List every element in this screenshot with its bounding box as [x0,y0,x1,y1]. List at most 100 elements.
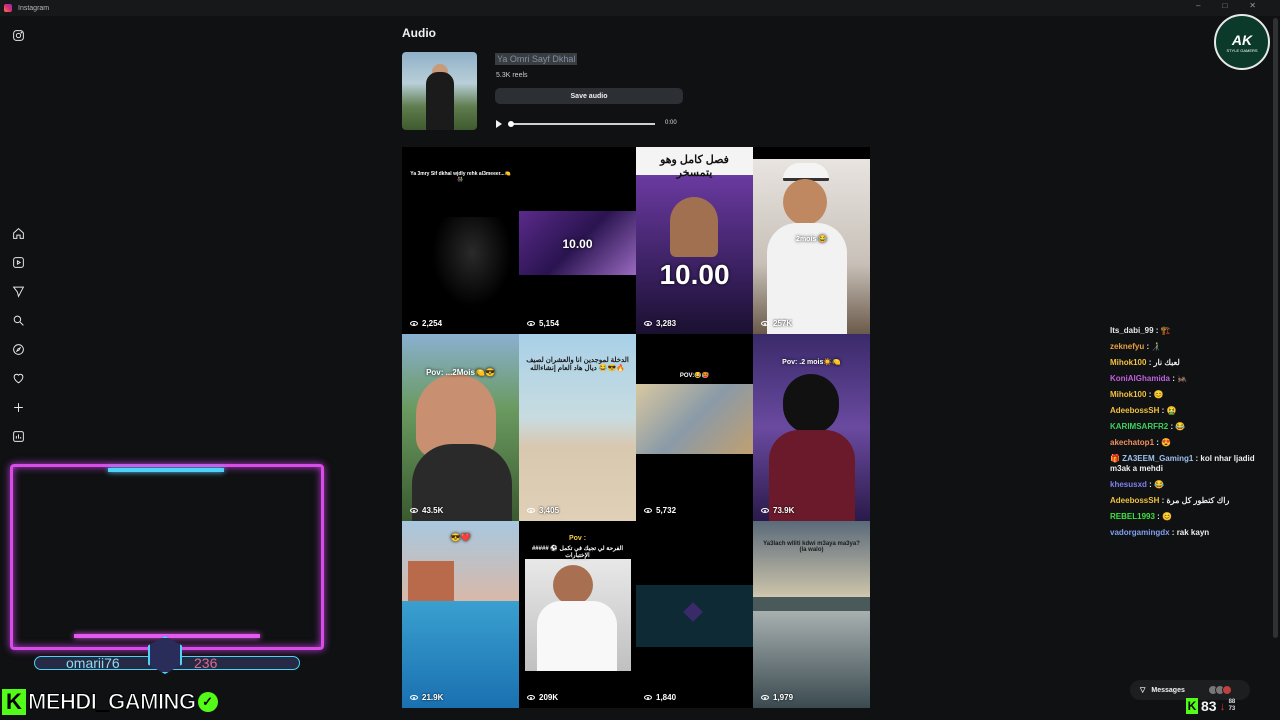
chat-username: AdeebossSH [1110,496,1160,505]
reel-caption: Pov: ...2Mois🍋😎 [426,368,495,377]
reel-tile[interactable]: POV:😂🥵 5,732 [636,334,753,521]
chat-message: Mihok100 : 😊 [1110,390,1164,399]
stat-a: 88 [1228,699,1236,705]
view-count: 5,154 [527,319,559,328]
view-count: 257K [761,319,792,328]
chat-username: KARIMSARFR2 [1110,422,1169,431]
reel-tile[interactable]: Ya3lach wlliti kdwi m3aya ma3ya? (la wal… [753,521,870,708]
chat-username: Its_dabi_99 [1110,326,1154,335]
song-name: Ya Omri Sayf Dkhal [495,53,578,65]
save-audio-button[interactable]: Save audio [495,88,683,104]
logo-text: AK [1231,31,1253,48]
chat-message: vadorgamingdx : rak kayn [1110,528,1210,537]
progress-track[interactable] [510,123,655,125]
channel-brand: K MEHDI_GAMING ✓ [2,688,218,716]
eye-icon [644,508,652,513]
eye-icon [527,695,535,700]
reel-caption: 2mois 😂 [796,236,827,243]
chat-text: 😊 [1162,512,1172,521]
down-arrow-icon: ↓ [1219,699,1226,713]
heart-icon[interactable] [10,370,26,386]
chat-text: 🦗 [1177,374,1188,383]
minimize-button[interactable]: – [1196,1,1200,10]
chat-message: AdeebossSH : 🤮 [1110,406,1177,415]
instagram-icon[interactable] [10,27,26,43]
reel-tile[interactable]: Ya 3mry Sif dkhal wjdly rehk al3meeer...… [402,147,519,334]
instagram-app-icon [4,4,12,12]
window-controls: – □ ✕ [1196,1,1256,10]
window-title: Instagram [18,4,50,12]
chat-message: REBEL1993 : 😊 [1110,512,1172,521]
reel-tile[interactable]: 😎❤️ 21.9K [402,521,519,708]
reel-tile[interactable]: Pov: ...2Mois🍋😎 43.5K [402,334,519,521]
eye-icon [644,321,652,326]
page-title: Audio [402,26,436,40]
streamer-number: 236 [194,655,218,671]
chat-message: Its_dabi_99 : 🏗️ [1110,326,1171,335]
chat-text: لعبك نار [1153,358,1180,367]
view-count: 2,254 [410,319,442,328]
reels-icon[interactable] [10,254,26,270]
home-icon[interactable] [10,225,26,241]
reel-tile[interactable]: 2mois 😂 257K [753,147,870,334]
eye-icon [761,508,769,513]
view-count: 209K [527,693,558,702]
reel-caption: POV:😂🥵 [679,373,710,379]
reel-tile[interactable]: الدخلة لموجدين انا والعشران لصيف ديال ها… [519,334,636,521]
play-icon[interactable] [496,120,502,128]
maximize-button[interactable]: □ [1222,1,1227,10]
chat-username: vadorgamingdx [1110,528,1170,537]
view-count: 43.5K [410,506,443,515]
eye-icon [410,695,418,700]
chat-text: 👨‍🦯 [1151,342,1162,351]
eye-icon [527,321,535,326]
view-count: 21.9K [410,693,443,702]
verified-icon: ✓ [197,692,218,712]
messages-button[interactable]: ▽ Messages [1130,680,1250,700]
send-icon[interactable] [10,283,26,299]
chat-text: 🏗️ [1160,326,1171,335]
create-icon[interactable] [10,399,26,415]
eye-icon [527,508,535,513]
reel-tile[interactable]: 1,840 [636,521,753,708]
view-count: 3,283 [644,319,676,328]
avatars [1207,685,1232,695]
chat-username: khesusxd [1110,480,1147,489]
reel-tile[interactable]: 10.00 5,154 [519,147,636,334]
dashboard-icon[interactable] [10,428,26,444]
chat-text: 😊 [1153,390,1164,399]
progress-knob[interactable] [508,121,514,127]
explore-icon[interactable] [10,341,26,357]
chat-username: Mihok100 [1110,358,1147,367]
reel-tile[interactable]: Pov : ##### ⚽ الفرحة لي تجيك في تكمل الإ… [519,521,636,708]
kick-logo: K [2,689,26,715]
reel-caption: فصل كامل وهو يتمسخر [660,154,729,179]
ak-logo: AK STYLE GAMERS [1214,14,1270,70]
close-button[interactable]: ✕ [1249,1,1256,10]
chat-username: zeknefyu [1110,342,1145,351]
stream-chat: Its_dabi_99 : 🏗️ zeknefyu : 👨‍🦯 Mihok100 :… [1110,326,1270,544]
kick-icon: K [1186,698,1198,714]
view-count: 73.9K [761,506,794,515]
playback-time: 0:00 [665,120,677,126]
view-count: 5,732 [644,506,676,515]
reel-tile[interactable]: Pov: .2 mois☀️🍋 73.9K [753,334,870,521]
audio-player: 0:00 [495,118,685,130]
search-icon[interactable] [10,312,26,328]
chat-username: REBEL1993 [1110,512,1155,521]
chat-username: Mihok100 [1110,390,1147,399]
messages-label: Messages [1151,686,1185,694]
reels-grid: Ya 3mry Sif dkhal wjdly rehk al3meeer...… [402,147,870,710]
scrollbar[interactable] [1273,18,1278,638]
reel-tile[interactable]: فصل كامل وهو يتمسخر 10.00 3,283 [636,147,753,334]
reel-caption-2: ##### ⚽ الفرحة لي تجيك في تكمل الإختبارا… [531,546,624,559]
streamer-name: omarii76 [66,655,120,671]
send-icon: ▽ [1140,687,1146,694]
reel-caption: Pov : [568,535,587,542]
chat-text: راك كتطور كل مرة [1166,496,1230,505]
stat-b: 73 [1228,706,1236,712]
chat-text: 🤮 [1166,406,1177,415]
chat-text: 😂 [1175,422,1186,431]
reel-caption-time: 10.00 [659,259,730,290]
chat-message: KoniAlGhamida : 🦗 [1110,374,1188,383]
